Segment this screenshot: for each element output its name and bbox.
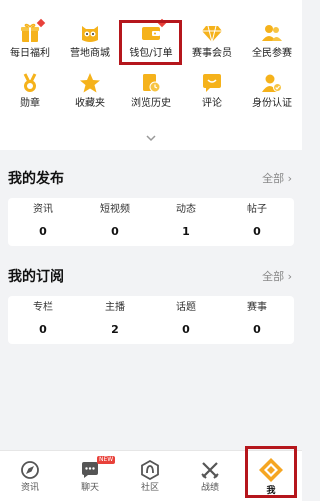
view-all-link[interactable]: 全部 › (262, 170, 292, 186)
me-icon (258, 457, 284, 483)
grid-item-label: 全民参赛 (252, 48, 292, 59)
crossed-swords-icon (200, 460, 220, 480)
grid-item-label: 身份认证 (252, 98, 292, 109)
stat-columns[interactable]: 专栏 0 (8, 296, 78, 336)
grid-item-label: 收藏夹 (75, 98, 105, 109)
stat-value: 1 (182, 225, 190, 238)
grid-item-label: 赛事会员 (192, 48, 232, 59)
stat-label: 动态 (176, 204, 196, 215)
grid-item-label: 评论 (202, 98, 222, 109)
stat-value: 0 (39, 225, 47, 238)
history-icon (140, 72, 162, 94)
comment-icon (201, 72, 223, 94)
section-title: 我的发布 (8, 171, 64, 187)
view-all-label: 全部 (262, 270, 285, 283)
my-publish-section: 我的发布 全部 › 资讯 0 短视频 0 动态 1 帖子 0 (0, 150, 302, 248)
stat-moments[interactable]: 动态 1 (151, 198, 221, 238)
grid-item-everyone-compete[interactable]: 全民参赛 (242, 16, 302, 62)
owl-mascot-icon (79, 22, 101, 44)
publish-stats-card: 资讯 0 短视频 0 动态 1 帖子 0 (8, 198, 294, 246)
stat-value: 0 (39, 323, 47, 336)
tab-me[interactable]: 我 (241, 451, 301, 501)
tab-label: 战绩 (200, 483, 219, 493)
chat-icon: NEW (80, 456, 116, 480)
grid-item-match-member[interactable]: 赛事会员 (182, 16, 242, 62)
chevron-down-icon[interactable] (145, 127, 157, 142)
stat-short-video[interactable]: 短视频 0 (80, 198, 150, 238)
stat-label: 帖子 (247, 204, 267, 215)
stat-topics[interactable]: 话题 0 (151, 296, 221, 336)
wallet-icon (140, 18, 167, 44)
grid-item-browse-history[interactable]: 浏览历史 (121, 66, 181, 112)
people-icon (261, 22, 283, 44)
stat-value: 0 (182, 323, 190, 336)
stat-label: 话题 (176, 302, 196, 313)
feature-grid: 每日福利 营地商城 钱包/订单 赛事会员 全民参赛 勋章 收藏夹 浏览历史 评论… (0, 0, 302, 150)
medal-icon (19, 72, 41, 94)
grid-item-medals[interactable]: 勋章 (0, 66, 60, 112)
news-icon (20, 460, 40, 480)
id-verify-icon (261, 72, 283, 94)
stat-posts[interactable]: 帖子 0 (222, 198, 292, 238)
tab-news[interactable]: 资讯 (0, 451, 60, 501)
grid-item-label: 钱包/订单 (129, 48, 173, 59)
stat-label: 专栏 (33, 302, 53, 313)
grid-item-label: 浏览历史 (131, 98, 171, 109)
stat-label: 主播 (105, 302, 125, 313)
chevron-right-icon: › (287, 172, 292, 185)
grid-item-comments[interactable]: 评论 (182, 66, 242, 112)
tab-records[interactable]: 战绩 (180, 451, 240, 501)
tab-chat[interactable]: NEW 聊天 (60, 451, 120, 501)
stat-streamers[interactable]: 主播 2 (80, 296, 150, 336)
grid-item-wallet-orders[interactable]: 钱包/订单 (121, 16, 181, 62)
tab-label: 我 (266, 486, 276, 496)
grid-item-favorites[interactable]: 收藏夹 (60, 66, 120, 112)
chevron-right-icon: › (287, 270, 292, 283)
my-subscribe-section: 我的订阅 全部 › 专栏 0 主播 2 话题 0 赛事 0 (0, 248, 302, 348)
tab-community[interactable]: 社区 (120, 451, 180, 501)
bottom-nav: 资讯 NEW 聊天 社区 战绩 我 (0, 450, 302, 501)
grid-item-camp-mall[interactable]: 营地商城 (60, 16, 120, 62)
stat-value: 0 (253, 323, 261, 336)
community-icon (140, 459, 160, 481)
subscribe-stats-card: 专栏 0 主播 2 话题 0 赛事 0 (8, 296, 294, 344)
tab-label: 聊天 (80, 483, 99, 493)
view-all-label: 全部 (262, 172, 285, 185)
stat-value: 0 (253, 225, 261, 238)
stat-label: 资讯 (33, 204, 53, 215)
grid-item-label: 每日福利 (10, 48, 50, 59)
view-all-link[interactable]: 全部 › (262, 268, 292, 284)
diamond-icon (201, 22, 223, 44)
grid-item-identity-verify[interactable]: 身份认证 (242, 66, 302, 112)
stat-matches[interactable]: 赛事 0 (222, 296, 292, 336)
new-badge: NEW (97, 456, 116, 464)
stat-label: 赛事 (247, 302, 267, 313)
tab-label: 社区 (140, 483, 159, 493)
grid-item-label: 勋章 (20, 98, 40, 109)
grid-item-label: 营地商城 (70, 48, 110, 59)
star-icon (79, 72, 101, 94)
stat-value: 0 (111, 225, 119, 238)
tab-label: 资讯 (20, 483, 39, 493)
stat-news[interactable]: 资讯 0 (8, 198, 78, 238)
grid-item-daily-welfare[interactable]: 每日福利 (0, 16, 60, 62)
gift-icon (19, 18, 46, 44)
section-title: 我的订阅 (8, 269, 64, 285)
stat-value: 2 (111, 323, 119, 336)
stat-label: 短视频 (100, 204, 130, 215)
